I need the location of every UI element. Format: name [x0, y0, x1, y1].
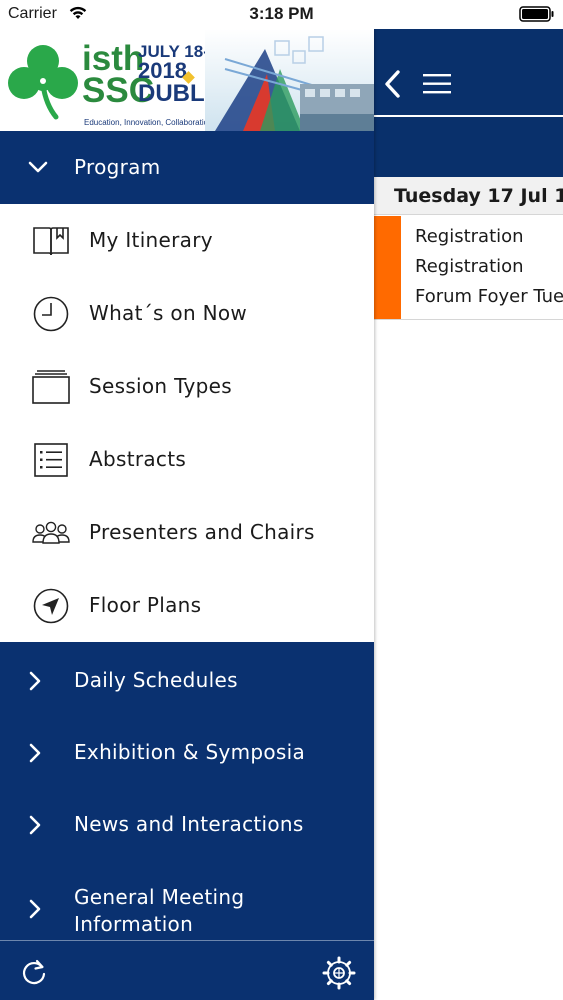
logo-tagline: Education, Innovation, Collaboration — [84, 118, 213, 127]
section-daily-schedules[interactable]: Daily Schedules — [0, 644, 374, 716]
menu-item-label: Session Types — [89, 374, 232, 398]
section-label: Daily Schedules — [74, 668, 238, 692]
event-subtitle: Registration — [415, 256, 524, 277]
schedule-event-row[interactable]: Registration Registration Forum Foyer Tu… — [374, 216, 563, 320]
schedule-panel: Tuesday 17 Jul 12: Registration Registra… — [374, 29, 563, 1000]
hamburger-menu-icon[interactable] — [422, 73, 452, 99]
menu-item-session-types[interactable]: Session Types — [0, 350, 374, 423]
menu-item-my-itinerary[interactable]: My Itinerary — [0, 204, 374, 277]
section-label: General Meeting Information — [74, 885, 245, 936]
book-icon — [32, 222, 70, 260]
people-icon — [32, 514, 70, 552]
menu-item-label: Abstracts — [89, 447, 187, 471]
menu-item-whats-on-now[interactable]: What´s on Now — [0, 277, 374, 350]
battery-icon — [519, 6, 555, 22]
date-header-text: Tuesday 17 Jul 12: — [394, 185, 563, 207]
chevron-down-icon — [27, 159, 49, 178]
back-chevron-icon[interactable] — [382, 69, 404, 103]
clock-time: 3:18 PM — [249, 4, 314, 23]
program-menu-list: My Itinerary What´s on Now Session Types — [0, 204, 374, 642]
menu-item-label: Floor Plans — [89, 593, 202, 617]
menu-item-abstracts[interactable]: Abstracts — [0, 423, 374, 496]
menu-item-label: My Itinerary — [89, 228, 213, 252]
program-label: Program — [74, 155, 161, 179]
conference-banner: isth SSC JULY 18-21 2018 DUBLIN Educatio… — [0, 29, 374, 131]
section-label: News and Interactions — [74, 812, 304, 836]
folder-stack-icon — [32, 368, 70, 406]
chevron-right-icon — [28, 898, 42, 924]
section-general-meeting-information[interactable]: General Meeting Information — [0, 872, 374, 940]
chevron-right-icon — [28, 742, 42, 768]
menu-item-floor-plans[interactable]: Floor Plans — [0, 569, 374, 642]
menu-item-label: Presenters and Chairs — [89, 520, 315, 544]
section-news-and-interactions[interactable]: News and Interactions — [0, 788, 374, 860]
clock-icon — [32, 295, 70, 333]
chevron-right-icon — [28, 670, 42, 696]
section-exhibition-symposia[interactable]: Exhibition & Symposia — [0, 716, 374, 788]
navigation-drawer: isth SSC JULY 18-21 2018 DUBLIN Educatio… — [0, 29, 374, 1000]
status-bar: Carrier 3:18 PM — [0, 0, 563, 29]
section-label: Exhibition & Symposia — [74, 740, 306, 764]
event-title: Registration — [415, 226, 524, 247]
chevron-right-icon — [28, 814, 42, 840]
settings-gear-icon[interactable] — [322, 956, 356, 994]
drawer-footer — [0, 940, 374, 1000]
menu-item-label: What´s on Now — [89, 301, 248, 325]
event-location: Forum Foyer Tues — [415, 286, 563, 307]
menu-item-presenters-and-chairs[interactable]: Presenters and Chairs — [0, 496, 374, 569]
navigation-bar — [374, 29, 563, 115]
event-category-color-bar — [374, 216, 401, 319]
refresh-icon[interactable] — [20, 958, 48, 990]
location-arrow-icon — [32, 587, 70, 625]
program-section-header[interactable]: Program — [0, 131, 374, 204]
date-section-header: Tuesday 17 Jul 12: — [374, 177, 563, 215]
sub-header-bar — [374, 117, 563, 177]
shamrock-logo-icon — [4, 41, 82, 125]
list-icon — [32, 441, 70, 479]
dublin-skyline-image — [205, 29, 374, 131]
